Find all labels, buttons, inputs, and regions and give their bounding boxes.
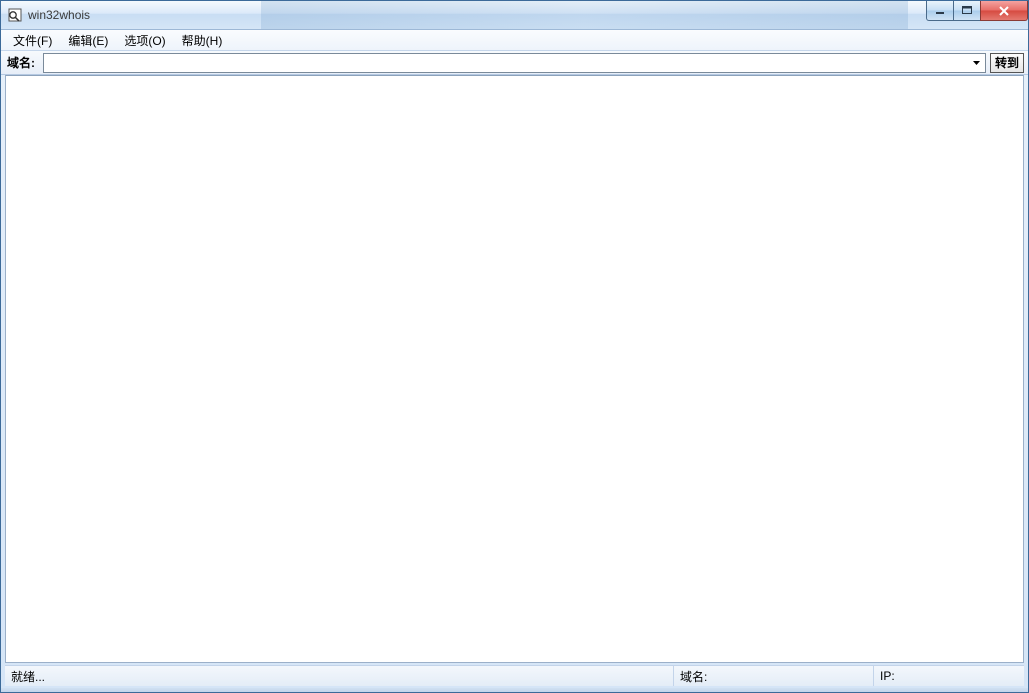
- menu-options[interactable]: 选项(O): [116, 30, 173, 51]
- statusbar: 就绪... 域名: IP:: [5, 665, 1024, 686]
- menubar: 文件(F) 编辑(E) 选项(O) 帮助(H): [1, 30, 1028, 51]
- minimize-button[interactable]: [926, 1, 954, 21]
- go-button[interactable]: 转到: [990, 53, 1024, 73]
- window-title: win32whois: [28, 8, 90, 22]
- status-domain-label: 域名:: [680, 668, 707, 685]
- results-area[interactable]: [5, 75, 1024, 663]
- maximize-icon: [962, 6, 973, 15]
- titlebar[interactable]: win32whois: [1, 1, 1028, 30]
- toolbar: 域名: 转到: [1, 51, 1028, 75]
- menu-file[interactable]: 文件(F): [5, 30, 60, 51]
- app-window: win32whois 文件(F) 编辑: [0, 0, 1029, 693]
- menu-edit[interactable]: 编辑(E): [60, 30, 116, 51]
- domain-label: 域名:: [5, 54, 39, 71]
- menu-help[interactable]: 帮助(H): [174, 30, 231, 51]
- chevron-down-icon: [973, 61, 980, 65]
- app-icon: [7, 7, 23, 23]
- maximize-button[interactable]: [953, 1, 981, 21]
- titlebar-background-glass: [261, 1, 908, 29]
- close-button[interactable]: [980, 1, 1028, 21]
- status-ip-label: IP:: [880, 669, 895, 683]
- status-ready: 就绪...: [5, 666, 674, 686]
- window-controls: [927, 1, 1028, 21]
- domain-input[interactable]: [44, 54, 969, 72]
- domain-combobox[interactable]: [43, 53, 986, 73]
- window-border-bottom: [1, 688, 1028, 692]
- minimize-icon: [935, 7, 945, 15]
- status-ip: IP:: [874, 666, 1024, 686]
- domain-dropdown-button[interactable]: [969, 54, 985, 72]
- close-icon: [998, 6, 1010, 16]
- status-domain: 域名:: [674, 666, 874, 686]
